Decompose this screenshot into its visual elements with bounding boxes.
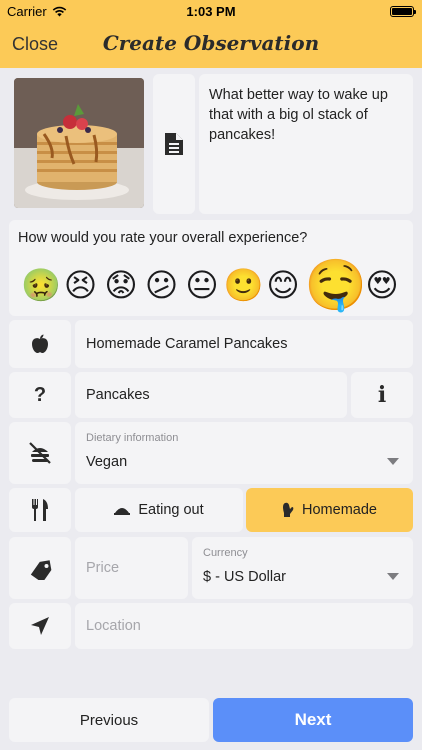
price-icon-cell xyxy=(9,537,71,599)
rating-smile-icon[interactable]: 😊 xyxy=(264,266,302,304)
meal-type-value: Pancakes xyxy=(86,387,150,403)
price-input[interactable]: Price xyxy=(75,537,188,599)
price-tag-icon xyxy=(30,560,52,580)
homemade-label: Homemade xyxy=(302,502,377,518)
previous-button[interactable]: Previous xyxy=(9,698,209,742)
dietary-icon-cell xyxy=(9,422,71,484)
chevron-down-icon xyxy=(387,573,399,580)
chevron-down-icon xyxy=(387,458,399,465)
eating-out-option[interactable]: Eating out xyxy=(75,488,243,532)
meal-name-icon-cell xyxy=(9,320,71,368)
currency-label: Currency xyxy=(203,547,248,559)
eating-out-label: Eating out xyxy=(138,502,204,518)
rating-neutral-icon[interactable]: 😐 xyxy=(183,266,221,304)
meal-name-field[interactable]: Homemade Caramel Pancakes xyxy=(75,320,413,368)
homemade-option[interactable]: Homemade xyxy=(246,488,413,532)
location-input[interactable]: Location xyxy=(75,603,413,649)
rating-nauseated-icon[interactable]: 🤢 xyxy=(21,266,61,304)
notes-button[interactable] xyxy=(153,74,195,214)
meal-photo[interactable] xyxy=(14,78,144,208)
question-icon: ? xyxy=(33,383,47,406)
fork-knife-icon xyxy=(32,499,48,521)
rating-question: How would you rate your overall experien… xyxy=(18,230,308,246)
battery-icon xyxy=(390,6,416,17)
currency-value: $ - US Dollar xyxy=(203,569,286,585)
cloche-icon xyxy=(114,508,131,515)
rating-heart-eyes-icon[interactable]: 😍 xyxy=(363,266,401,304)
rating-slight-smile-icon[interactable]: 🙂 xyxy=(224,266,264,304)
no-food-icon xyxy=(29,442,51,464)
rating-confused-icon[interactable]: 😕 xyxy=(143,266,181,304)
pancake-image xyxy=(14,78,144,208)
meal-type-icon-cell: ? xyxy=(9,372,71,418)
location-arrow-icon xyxy=(31,617,49,635)
rating-persevering-icon[interactable]: 😣 xyxy=(62,266,100,304)
meal-type-field[interactable]: Pancakes xyxy=(75,372,347,418)
location-placeholder: Location xyxy=(86,618,141,634)
rating-drooling-icon[interactable]: 🤤 xyxy=(305,257,367,313)
next-button[interactable]: Next xyxy=(213,698,413,742)
currency-select[interactable]: Currency $ - US Dollar xyxy=(192,537,413,599)
meal-name-value: Homemade Caramel Pancakes xyxy=(86,336,288,352)
page-title: Create Observation xyxy=(102,31,320,55)
dietary-select[interactable]: Dietary information Vegan xyxy=(75,422,413,484)
oven-mitt-icon xyxy=(283,502,294,517)
location-icon-cell xyxy=(9,603,71,649)
apple-icon xyxy=(32,334,48,353)
rating-options: 🤢 😣 😟 😕 😐 🙂 😊 🤤 😍 xyxy=(21,256,401,314)
price-placeholder: Price xyxy=(86,560,120,576)
dining-icon-cell xyxy=(9,488,71,532)
rating-worried-icon[interactable]: 😟 xyxy=(102,266,140,304)
info-button[interactable]: i xyxy=(351,372,413,418)
status-bar: Carrier 1:03 PM xyxy=(0,0,422,22)
document-icon xyxy=(165,133,183,155)
dietary-value: Vegan xyxy=(86,454,128,470)
rating-card: How would you rate your overall experien… xyxy=(9,220,413,316)
dietary-label: Dietary information xyxy=(86,432,179,444)
notes-text[interactable]: What better way to wake up that with a b… xyxy=(199,74,413,214)
status-time: 1:03 PM xyxy=(186,4,236,19)
info-icon: i xyxy=(377,382,387,408)
